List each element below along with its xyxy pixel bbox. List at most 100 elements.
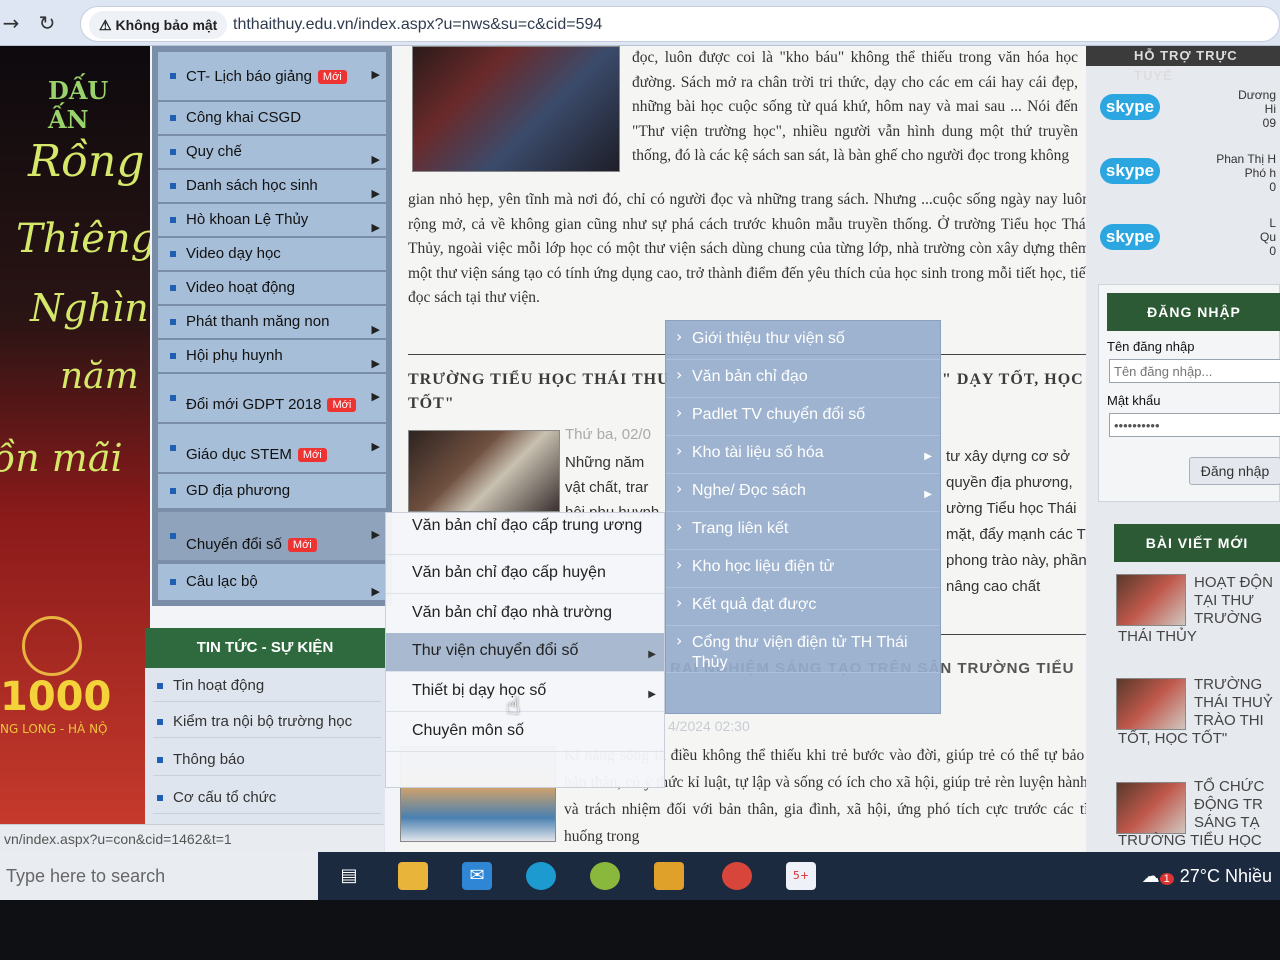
skype-icon[interactable]: skype — [1100, 158, 1160, 184]
article-photo[interactable] — [412, 46, 620, 172]
submenu-item[interactable]: Văn bản chỉ đạo cấp huyện — [386, 555, 664, 594]
submenu-item[interactable]: Văn bản chỉ đạo cấp trung ương — [386, 513, 664, 555]
post-title[interactable]: TỔ CHỨC ĐỘNG TR SÁNG TẠ — [1194, 778, 1280, 832]
menu-item-hoi-phu-huynh[interactable]: Hội phụ huynh ▶ — [158, 340, 386, 372]
contact-name: Dương — [1238, 88, 1276, 102]
support-contact: L Qu 0 — [1260, 216, 1276, 258]
menu-item-label: Quy chế — [186, 143, 242, 160]
file-explorer-icon[interactable] — [398, 862, 428, 890]
menu-item-cong-khai[interactable]: Công khai CSGD — [158, 102, 386, 134]
arrow-right-icon: ▶ — [648, 689, 656, 700]
status-bar-url: vn/index.aspx?u=con&cid=1462&t=1 — [0, 824, 384, 852]
submenu-item[interactable]: Chuyên môn số — [386, 713, 664, 752]
menu-item-danh-sach[interactable]: Danh sách học sinh ▶ — [158, 170, 386, 202]
article-date: 4/2024 02:30 — [668, 718, 750, 734]
submenu-item[interactable]: Padlet TV chuyển đổi số — [666, 397, 940, 436]
submenu-item[interactable]: Văn bản chỉ đạo nhà trường — [386, 595, 664, 634]
article-date: Thứ ba, 02/0 — [565, 426, 651, 443]
forward-icon[interactable]: → — [0, 12, 22, 34]
divider — [940, 634, 1098, 635]
username-label: Tên đăng nhập — [1107, 339, 1195, 354]
submenu-item[interactable]: Trang liên kết — [666, 511, 940, 550]
post-thumbnail[interactable] — [1116, 782, 1186, 834]
menu-item-quy-che[interactable]: Quy chế ▶ — [158, 136, 386, 168]
new-badge: Mới — [327, 398, 357, 413]
news-panel: TIN TỨC - SỰ KIỆN Tin hoạt động Kiểm tra… — [145, 628, 385, 852]
news-item[interactable]: Thông báo — [153, 744, 381, 776]
menu-item-cau-lac-bo[interactable]: Câu lạc bộ ▶ — [158, 564, 386, 600]
skype-icon[interactable]: skype — [1100, 94, 1160, 120]
submenu-item[interactable]: Văn bản chỉ đạo — [666, 359, 940, 398]
menu-item-chuyen-doi-so[interactable]: Chuyển đổi số Mới ▶ — [158, 512, 386, 560]
menu-item-video-hoat-dong[interactable]: Video hoạt động — [158, 272, 386, 304]
app-icon[interactable] — [590, 862, 620, 890]
password-input[interactable] — [1109, 413, 1280, 437]
store-icon[interactable] — [654, 862, 684, 890]
article-heading-continued[interactable]: " DẠY TỐT, HỌC — [942, 368, 1084, 392]
news-item[interactable]: Cơ cấu tổ chức — [153, 782, 381, 814]
web-page: DẤU ẤN Rồng Thiêng Nghìn năm ồn mãi 1000… — [0, 46, 1280, 852]
post-thumbnail[interactable] — [1116, 678, 1186, 730]
arrow-right-icon: ▶ — [371, 68, 380, 81]
submenu-item-label: Thư viện chuyển đổi số — [412, 642, 579, 659]
submenu-item[interactable]: Thư viện chuyển đổi số ▶ — [386, 633, 664, 672]
security-indicator[interactable]: ⚠ Không bảo mật — [89, 11, 228, 39]
reload-icon[interactable]: ↻ — [36, 12, 58, 34]
news-item[interactable]: Kiểm tra nội bộ trường học — [153, 706, 381, 738]
submenu-item-label: Nghe/ Đọc sách — [692, 482, 806, 499]
submenu-item[interactable]: Kho tài liệu số hóa ▶ — [666, 435, 940, 474]
post-thumbnail[interactable] — [1116, 574, 1186, 626]
contact-name: L — [1269, 216, 1276, 230]
contact-role: Phó h — [1244, 166, 1276, 180]
new-posts-heading: BÀI VIẾT MỚI — [1114, 524, 1280, 562]
article-photo[interactable] — [408, 430, 560, 512]
contact-role: Hi — [1264, 102, 1276, 116]
contact-name: Phan Thị H — [1216, 152, 1276, 166]
menu-item-gdpt-2018[interactable]: Đổi mới GDPT 2018 Mới ▶ — [158, 374, 386, 422]
new-badge: Mới — [317, 70, 347, 85]
submenu-thu-vien: Giới thiệu thư viện số Văn bản chỉ đạo P… — [665, 320, 941, 714]
post-title-continued[interactable]: TỐT, HỌC TỐT" — [1118, 730, 1227, 747]
menu-item-stem[interactable]: Giáo dục STEM Mới ▶ — [158, 424, 386, 472]
support-contact: Dương Hi 09 — [1238, 88, 1276, 130]
login-button[interactable]: Đăng nhập — [1189, 457, 1280, 485]
submenu-item[interactable]: Kho học liệu điện tử — [666, 549, 940, 588]
menu-item-label: CT- Lịch báo giảng — [186, 68, 312, 85]
contact-phone: 0 — [1269, 244, 1276, 258]
skype-icon[interactable]: skype — [1100, 224, 1160, 250]
menu-item-phat-thanh[interactable]: Phát thanh măng non ▶ — [158, 306, 386, 338]
url-text[interactable]: ththaithuy.edu.vn/index.aspx?u=nws&su=c&… — [233, 7, 602, 43]
post-title[interactable]: HOẠT ĐỘN TẠI THƯ TRƯỜNG — [1194, 574, 1280, 628]
submenu-item[interactable]: Thiết bị dạy học số ▶ — [386, 673, 664, 712]
news-item[interactable]: Tin hoạt động — [153, 670, 381, 702]
submenu-chuyen-doi-so: Văn bản chỉ đạo cấp trung ương Văn bản c… — [385, 512, 665, 788]
username-input[interactable] — [1109, 359, 1280, 383]
submenu-item[interactable]: Cổng thư viện điện tử TH Thái Thủy — [666, 625, 940, 673]
post-title-continued[interactable]: TRƯỜNG TIỂU HỌC — [1118, 832, 1262, 849]
heading-text: TỐT" — [408, 395, 455, 412]
menu-item-lich-bao-giang[interactable]: CT- Lịch báo giảng Mới ▶ — [158, 52, 386, 100]
article-paragraph: đọc, luôn được coi là "kho báu" không th… — [632, 49, 1078, 164]
submenu-item[interactable]: Giới thiệu thư viện số — [666, 321, 940, 360]
edge-icon[interactable] — [526, 862, 556, 890]
address-bar[interactable]: ⚠ Không bảo mật ththaithuy.edu.vn/index.… — [80, 6, 1280, 42]
post-title[interactable]: TRƯỜNG THÁI THUỶ TRÀO THI — [1194, 676, 1280, 730]
post-title-continued[interactable]: THÁI THỦY — [1118, 628, 1197, 645]
chrome-icon[interactable] — [722, 862, 752, 890]
taskbar-search[interactable]: Type here to search — [0, 852, 318, 900]
banner-line: năm — [60, 356, 139, 397]
left-menu: CT- Lịch báo giảng Mới ▶ Công khai CSGD Qu… — [152, 46, 392, 606]
task-view-icon[interactable]: ▤ — [334, 862, 364, 890]
menu-item-ho-khoan[interactable]: Hò khoan Lệ Thủy ▶ — [158, 204, 386, 236]
weather-widget[interactable]: ☁ 1 27°C Nhiều — [1142, 852, 1272, 903]
heading-text: TRƯỜNG TIỂU HỌC THÁI THU — [408, 371, 670, 388]
menu-item-video-day-hoc[interactable]: Video dạy học — [158, 238, 386, 270]
zalo-icon[interactable]: 5+ — [786, 862, 816, 890]
mail-icon[interactable]: ✉ — [462, 862, 492, 890]
menu-item-label: Hò khoan Lệ Thủy — [186, 211, 309, 228]
submenu-item[interactable]: Nghe/ Đọc sách ▶ — [666, 473, 940, 512]
menu-item-label: Danh sách học sinh — [186, 177, 318, 194]
submenu-item[interactable]: Kết quả đạt được — [666, 587, 940, 626]
menu-item-gd-dia-phuong[interactable]: GD địa phương — [158, 474, 386, 508]
weather-text: 27°C Nhiều — [1179, 866, 1272, 886]
